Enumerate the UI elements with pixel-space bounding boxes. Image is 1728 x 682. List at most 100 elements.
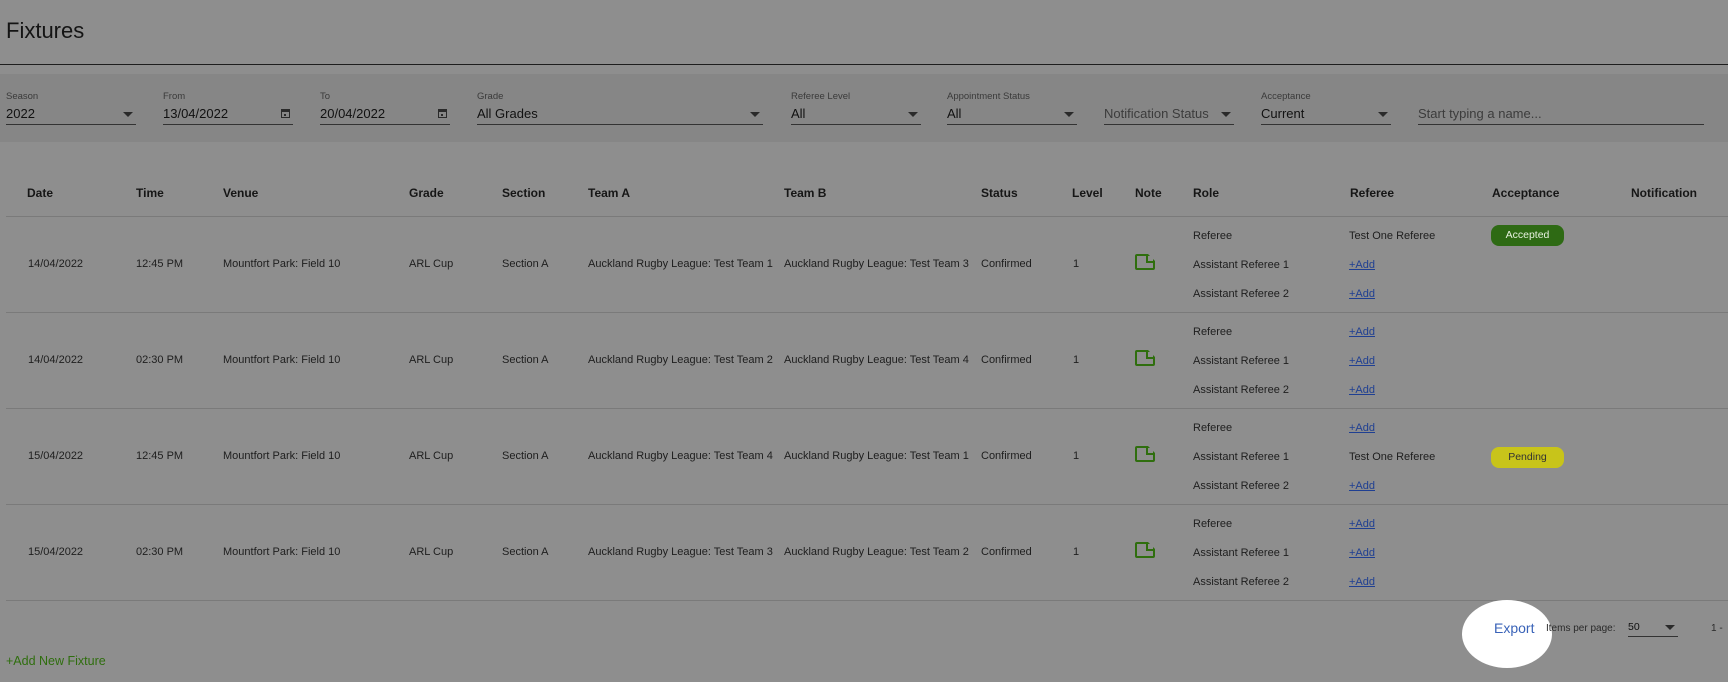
header-note: Note [1135,186,1162,200]
status-badge-pending: Pending [1491,447,1564,468]
grade-filter[interactable]: Grade All Grades [477,91,763,125]
table-row[interactable]: 15/04/2022 12:45 PM Mountfort Park: Fiel… [6,409,1728,505]
cell-team-b: Auckland Rugby League: Test Team 3 [784,258,969,270]
pagination-range: 1 - [1711,623,1723,634]
items-per-page-label: Items per page: [1546,623,1616,634]
items-per-page-value: 50 [1628,621,1640,633]
header-status[interactable]: Status [981,186,1018,200]
acceptance-label: Acceptance [1261,91,1311,102]
from-date-filter[interactable]: From 13/04/2022 [163,91,293,125]
add-referee-link[interactable]: +Add [1349,576,1375,588]
header-role: Role [1193,186,1220,200]
table-row[interactable]: 14/04/2022 02:30 PM Mountfort Park: Fiel… [6,313,1728,409]
from-label: From [163,91,186,102]
cell-team-b: Auckland Rugby League: Test Team 2 [784,546,969,558]
note-icon[interactable] [1135,446,1155,462]
table-row[interactable]: 15/04/2022 02:30 PM Mountfort Park: Fiel… [6,505,1728,601]
cell-date: 14/04/2022 [28,354,84,366]
cell-date: 14/04/2022 [28,258,84,270]
referee-level-select[interactable]: All [791,103,921,125]
header-referee: Referee [1350,186,1395,200]
cell-grade: ARL Cup [409,546,454,558]
notification-status-filter[interactable]: Notification Status [1104,103,1234,125]
name-search-input[interactable]: Start typing a name... [1418,103,1704,125]
from-date-input[interactable]: 13/04/2022 [163,103,293,125]
add-referee-link[interactable]: +Add [1349,384,1375,396]
appointment-status-label: Appointment Status [947,91,1030,102]
grade-select[interactable]: All Grades [477,103,763,125]
table-row[interactable]: 14/04/2022 12:45 PM Mountfort Park: Fiel… [6,217,1728,313]
header-team-b[interactable]: Team B [784,186,826,200]
chevron-down-icon [1665,625,1675,630]
cell-level: 1 [1073,546,1080,558]
note-icon[interactable] [1135,542,1155,558]
cell-venue: Mountfort Park: Field 10 [223,258,341,270]
cell-date: 15/04/2022 [28,450,84,462]
export-button[interactable]: Export [1494,620,1534,636]
role-assistant-2: Assistant Referee 2 [1193,480,1289,492]
season-filter[interactable]: Season 2022 [6,91,136,125]
add-referee-link[interactable]: +Add [1349,259,1375,271]
add-referee-link[interactable]: +Add [1349,518,1375,530]
calendar-icon[interactable] [281,109,290,118]
to-label: To [320,91,331,102]
season-value: 2022 [6,106,35,121]
acceptance-value: Current [1261,106,1305,121]
calendar-icon[interactable] [438,109,447,118]
cell-level: 1 [1073,450,1080,462]
appointment-status-select[interactable]: All [947,103,1077,125]
header-team-a[interactable]: Team A [588,186,630,200]
cell-status: Confirmed [981,258,1032,270]
name-search-filter[interactable]: Start typing a name... [1418,103,1704,125]
add-referee-link[interactable]: +Add [1349,288,1375,300]
cell-time: 12:45 PM [136,258,184,270]
acceptance-select[interactable]: Current [1261,103,1391,125]
page-title: Fixtures [6,18,85,43]
cell-status: Confirmed [981,546,1032,558]
chevron-down-icon [1378,112,1388,117]
cell-venue: Mountfort Park: Field 10 [223,354,341,366]
header-venue[interactable]: Venue [223,186,258,200]
role-referee: Referee [1193,230,1233,242]
role-assistant-2: Assistant Referee 2 [1193,384,1289,396]
chevron-down-icon [1221,112,1231,117]
cell-team-a: Auckland Rugby League: Test Team 1 [588,258,773,270]
role-assistant-1: Assistant Referee 1 [1193,355,1289,367]
header-time[interactable]: Time [136,186,164,200]
cell-section: Section A [502,354,549,366]
referee-name: Test One Referee [1349,451,1436,463]
add-referee-link[interactable]: +Add [1349,355,1375,367]
chevron-down-icon [908,112,918,117]
to-date-input[interactable]: 20/04/2022 [320,103,450,125]
items-per-page-select[interactable]: 50 [1628,618,1678,637]
note-icon[interactable] [1135,350,1155,366]
chevron-down-icon [123,112,133,117]
cell-team-a: Auckland Rugby League: Test Team 4 [588,450,773,462]
cell-level: 1 [1073,258,1080,270]
appointment-status-filter[interactable]: Appointment Status All [947,91,1077,125]
note-icon[interactable] [1135,254,1155,270]
cell-section: Section A [502,546,549,558]
header-level[interactable]: Level [1072,186,1103,200]
grade-label: Grade [477,91,504,102]
cell-grade: ARL Cup [409,354,454,366]
season-select[interactable]: 2022 [6,103,136,125]
add-referee-link[interactable]: +Add [1349,547,1375,559]
cell-section: Section A [502,258,549,270]
header-section[interactable]: Section [502,186,545,200]
chevron-down-icon [1064,112,1074,117]
add-referee-link[interactable]: +Add [1349,422,1375,434]
header-notification: Notification [1631,186,1697,200]
notification-status-select[interactable]: Notification Status [1104,103,1234,125]
add-referee-link[interactable]: +Add [1349,480,1375,492]
acceptance-filter[interactable]: Acceptance Current [1261,91,1391,125]
header-grade[interactable]: Grade [409,186,444,200]
header-date[interactable]: Date [27,186,53,200]
appointment-status-value: All [947,106,962,121]
referee-level-filter[interactable]: Referee Level All [791,91,921,125]
cell-section: Section A [502,450,549,462]
to-date-filter[interactable]: To 20/04/2022 [320,91,450,125]
referee-level-label: Referee Level [791,91,851,102]
add-referee-link[interactable]: +Add [1349,326,1375,338]
add-new-fixture-button[interactable]: +Add New Fixture [6,654,106,668]
